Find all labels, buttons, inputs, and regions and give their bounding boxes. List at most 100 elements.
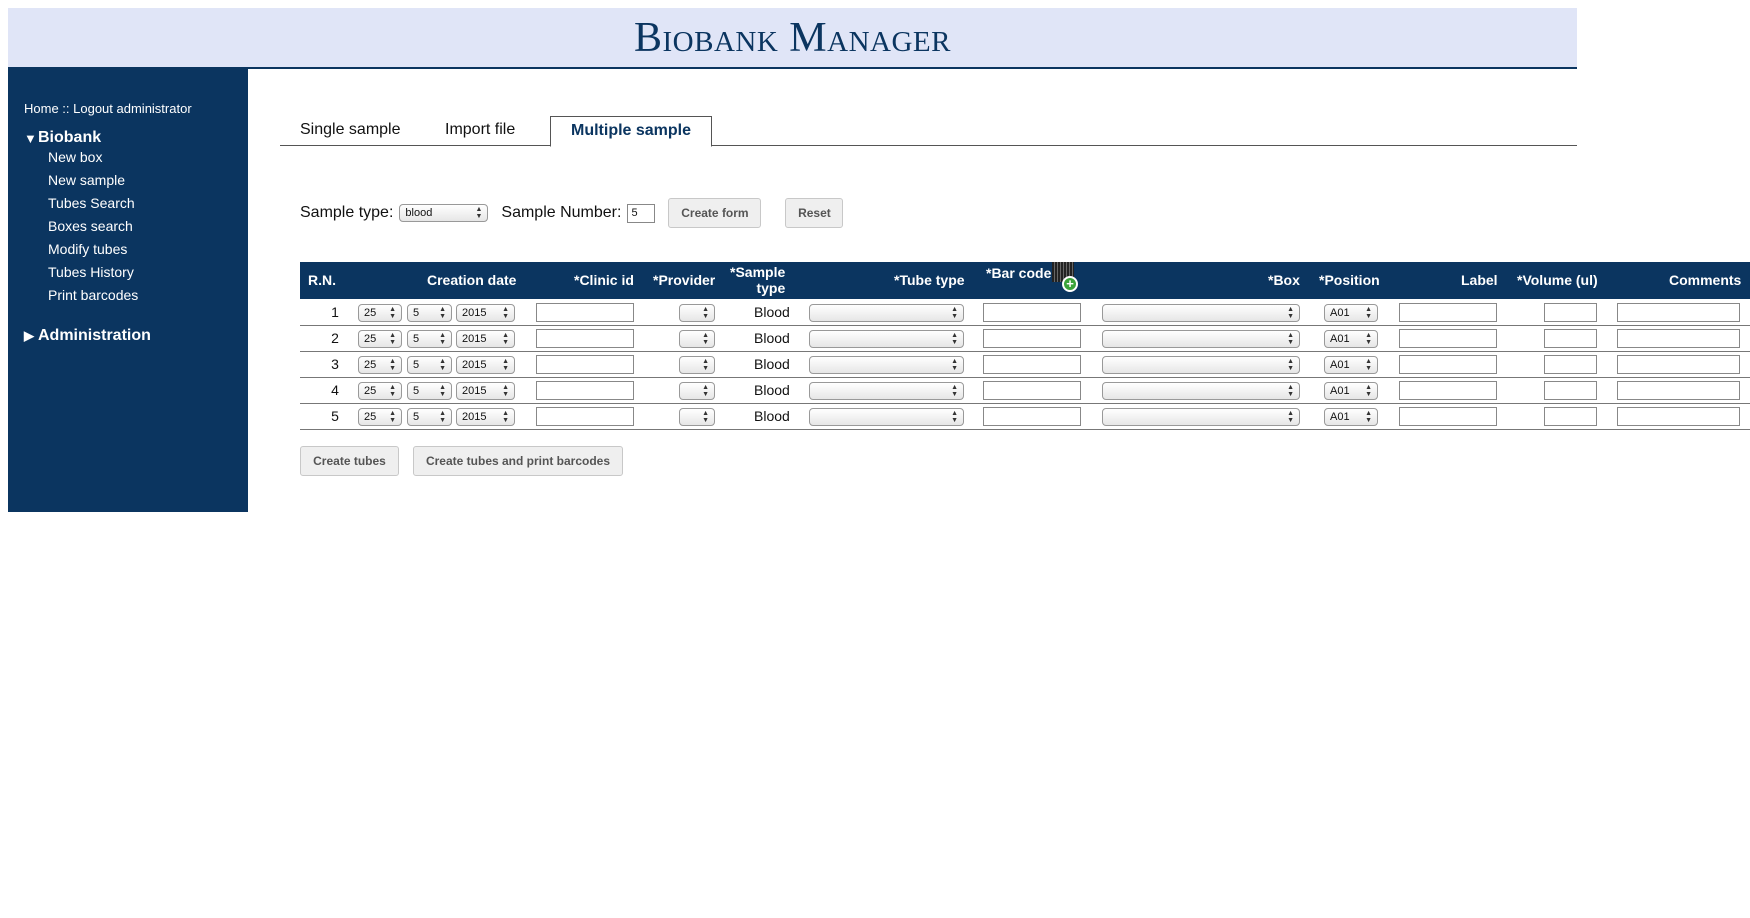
day-select[interactable]: 25 ▲ ▼ — [358, 304, 402, 322]
volume-input[interactable] — [1544, 407, 1597, 426]
select-arrows-icon: ▲ ▼ — [502, 410, 509, 424]
month-select[interactable]: 5 ▲ ▼ — [407, 330, 452, 348]
bar-code-input[interactable] — [983, 381, 1081, 400]
sample-type-value: Blood — [754, 330, 790, 346]
sidebar-item-boxes-search[interactable]: Boxes search — [48, 218, 138, 241]
label-input[interactable] — [1399, 303, 1497, 322]
biobank-section[interactable]: ▼ Biobank — [24, 129, 101, 147]
sample-controls: Sample type: blood ▲ ▼ Sample Number: 5 Cr… — [300, 198, 844, 228]
bar-code-input[interactable] — [983, 407, 1081, 426]
month-select[interactable]: 5 ▲ ▼ — [407, 356, 452, 374]
create-form-button[interactable]: Create form — [668, 198, 762, 228]
comments-input[interactable] — [1617, 329, 1740, 348]
create-tubes-print-button[interactable]: Create tubes and print barcodes — [413, 446, 623, 476]
tube-type-select[interactable]: ▲ ▼ — [809, 330, 964, 348]
tab-single-sample[interactable]: Single sample — [280, 116, 421, 146]
col-rn: R.N. — [308, 272, 336, 288]
volume-input[interactable] — [1544, 303, 1597, 322]
sidebar-item-tubes-search[interactable]: Tubes Search — [48, 195, 138, 218]
day-select[interactable]: 25 ▲ ▼ — [358, 356, 402, 374]
administration-section[interactable]: ▶ Administration — [24, 327, 151, 345]
create-tubes-button[interactable]: Create tubes — [300, 446, 399, 476]
tab-import-file[interactable]: Import file — [425, 116, 535, 146]
month-select[interactable]: 5 ▲ ▼ — [407, 304, 452, 322]
select-arrows-icon: ▲ ▼ — [502, 358, 509, 372]
row-number: 1 — [331, 304, 339, 320]
month-select[interactable]: 5 ▲ ▼ — [407, 408, 452, 426]
provider-select[interactable]: ▲ ▼ — [679, 330, 715, 348]
position-select[interactable]: A01 ▲ ▼ — [1324, 356, 1378, 374]
month-select[interactable]: 5 ▲ ▼ — [407, 382, 452, 400]
label-input[interactable] — [1399, 407, 1497, 426]
select-arrows-icon: ▲ ▼ — [1365, 358, 1372, 372]
label-input[interactable] — [1399, 355, 1497, 374]
select-arrows-icon: ▲ ▼ — [1365, 384, 1372, 398]
year-select[interactable]: 2015 ▲ ▼ — [456, 408, 515, 426]
volume-input[interactable] — [1544, 329, 1597, 348]
year-select[interactable]: 2015 ▲ ▼ — [456, 382, 515, 400]
year-select[interactable]: 2015 ▲ ▼ — [456, 304, 515, 322]
volume-input[interactable] — [1544, 381, 1597, 400]
position-select[interactable]: A01 ▲ ▼ — [1324, 304, 1378, 322]
label-input[interactable] — [1399, 381, 1497, 400]
bottom-actions: Create tubes Create tubes and print barc… — [300, 446, 623, 476]
provider-select[interactable]: ▲ ▼ — [679, 408, 715, 426]
sidebar-item-new-box[interactable]: New box — [48, 149, 138, 172]
col-bar-code: *Bar code — [986, 265, 1052, 281]
provider-select[interactable]: ▲ ▼ — [679, 356, 715, 374]
position-select[interactable]: A01 ▲ ▼ — [1324, 330, 1378, 348]
select-arrows-icon: ▲ ▼ — [1287, 384, 1294, 398]
sidebar-item-new-sample[interactable]: New sample — [48, 172, 138, 195]
tube-type-select[interactable]: ▲ ▼ — [809, 356, 964, 374]
clinic-id-input[interactable] — [536, 407, 634, 426]
select-arrows-icon: ▲ ▼ — [475, 206, 483, 220]
day-select[interactable]: 25 ▲ ▼ — [358, 408, 402, 426]
day-select[interactable]: 25 ▲ ▼ — [358, 382, 402, 400]
tube-type-select[interactable]: ▲ ▼ — [809, 382, 964, 400]
comments-input[interactable] — [1617, 355, 1740, 374]
tube-type-select[interactable]: ▲ ▼ — [809, 304, 964, 322]
box-select[interactable]: ▲ ▼ — [1102, 356, 1300, 374]
app-title: Biobank Manager — [634, 14, 951, 61]
tube-type-select[interactable]: ▲ ▼ — [809, 408, 964, 426]
provider-select[interactable]: ▲ ▼ — [679, 382, 715, 400]
reset-button[interactable]: Reset — [785, 198, 844, 228]
box-select[interactable]: ▲ ▼ — [1102, 304, 1300, 322]
sidebar-item-tubes-history[interactable]: Tubes History — [48, 264, 138, 287]
row-number: 4 — [331, 382, 339, 398]
select-arrows-icon: ▲ ▼ — [502, 332, 509, 346]
top-links: Home :: Logout administrator — [24, 101, 192, 116]
comments-input[interactable] — [1617, 303, 1740, 322]
year-select[interactable]: 2015 ▲ ▼ — [456, 330, 515, 348]
bar-code-input[interactable] — [983, 329, 1081, 348]
provider-select[interactable]: ▲ ▼ — [679, 304, 715, 322]
clinic-id-input[interactable] — [536, 381, 634, 400]
tab-multiple-sample[interactable]: Multiple sample — [550, 116, 713, 147]
sample-type-select[interactable]: blood ▲ ▼ — [399, 204, 489, 222]
select-arrows-icon: ▲ ▼ — [502, 384, 509, 398]
day-select[interactable]: 25 ▲ ▼ — [358, 330, 402, 348]
bar-code-input[interactable] — [983, 355, 1081, 374]
sidebar-item-print-barcodes[interactable]: Print barcodes — [48, 287, 138, 310]
clinic-id-input[interactable] — [536, 303, 634, 322]
box-select[interactable]: ▲ ▼ — [1102, 330, 1300, 348]
volume-input[interactable] — [1544, 355, 1597, 374]
comments-input[interactable] — [1617, 381, 1740, 400]
position-select[interactable]: A01 ▲ ▼ — [1324, 408, 1378, 426]
clinic-id-input[interactable] — [536, 355, 634, 374]
position-select[interactable]: A01 ▲ ▼ — [1324, 382, 1378, 400]
bar-code-input[interactable] — [983, 303, 1081, 322]
label-input[interactable] — [1399, 329, 1497, 348]
sample-number-input[interactable]: 5 — [627, 203, 656, 223]
logout-link[interactable]: Logout administrator — [73, 101, 192, 116]
comments-input[interactable] — [1617, 407, 1740, 426]
year-select[interactable]: 2015 ▲ ▼ — [456, 356, 515, 374]
home-link[interactable]: Home — [24, 101, 59, 116]
app-header: Biobank Manager — [8, 8, 1577, 69]
sidebar-item-modify-tubes[interactable]: Modify tubes — [48, 241, 138, 264]
select-arrows-icon: ▲ ▼ — [389, 358, 396, 372]
box-select[interactable]: ▲ ▼ — [1102, 382, 1300, 400]
box-select[interactable]: ▲ ▼ — [1102, 408, 1300, 426]
clinic-id-input[interactable] — [536, 329, 634, 348]
select-arrows-icon: ▲ ▼ — [1287, 358, 1294, 372]
